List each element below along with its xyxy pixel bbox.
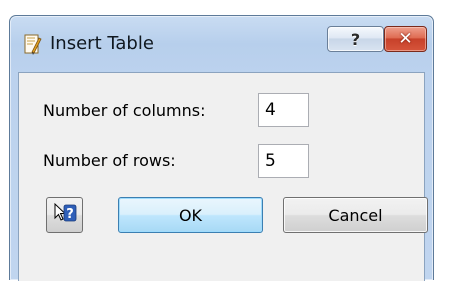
columns-input[interactable]: 4	[258, 93, 309, 127]
caption-help-button[interactable]: ?	[327, 26, 384, 52]
close-button[interactable]: ✕	[384, 26, 427, 52]
svg-text:?: ?	[66, 207, 74, 222]
ok-button[interactable]: OK	[118, 197, 263, 233]
rows-label: Number of rows:	[43, 151, 176, 170]
dialog-title: Insert Table	[50, 33, 154, 54]
insert-table-dialog: Insert Table ? ✕ Number of columns: 4 Nu…	[9, 15, 434, 281]
cancel-button[interactable]: Cancel	[283, 197, 428, 233]
dialog-body: Number of columns: 4 Number of rows: 5 ?…	[18, 72, 428, 281]
question-mark-icon: ?	[350, 29, 361, 49]
close-icon: ✕	[398, 29, 413, 49]
document-pen-icon	[24, 34, 42, 56]
rows-input[interactable]: 5	[258, 144, 309, 178]
columns-label: Number of columns:	[43, 101, 206, 120]
context-help-button[interactable]: ?	[46, 197, 83, 233]
context-help-pointer-icon: ?	[53, 202, 77, 228]
title-bar[interactable]: Insert Table ? ✕	[10, 16, 433, 72]
